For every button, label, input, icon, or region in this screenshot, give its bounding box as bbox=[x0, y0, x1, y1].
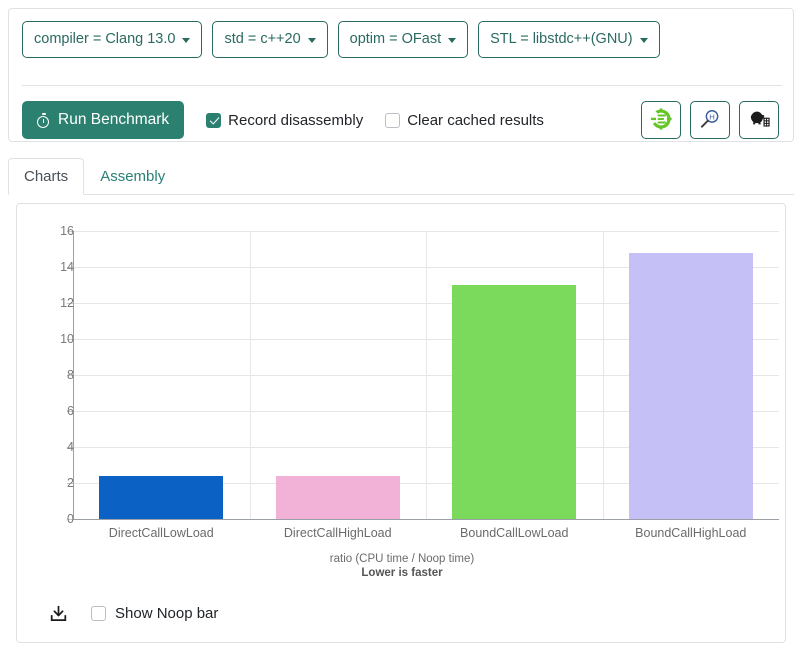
compiler-explorer-icon bbox=[650, 107, 672, 133]
tab-assembly-label: Assembly bbox=[100, 167, 166, 185]
y-tick-label: 16 bbox=[60, 224, 74, 238]
quick-bench-button[interactable]: H bbox=[690, 101, 730, 139]
controls-card: compiler = Clang 13.0 std = c++20 optim … bbox=[8, 8, 794, 142]
y-tick-label: 8 bbox=[67, 368, 74, 382]
external-links-row: H bbox=[641, 101, 779, 139]
chart-bars bbox=[73, 231, 779, 519]
record-disassembly-label: Record disassembly bbox=[228, 111, 364, 129]
tab-charts[interactable]: Charts bbox=[8, 157, 85, 195]
stl-dropdown-label: STL = libstdc++(GNU) bbox=[490, 30, 633, 47]
bar-BoundCallHighLoad[interactable] bbox=[628, 252, 753, 519]
y-tick-label: 14 bbox=[60, 260, 74, 274]
y-tick-label: 10 bbox=[60, 332, 74, 346]
std-dropdown-label: std = c++20 bbox=[224, 30, 301, 47]
x-tick-label: BoundCallHighLoad bbox=[635, 526, 747, 540]
optim-dropdown-label: optim = OFast bbox=[349, 30, 442, 47]
divider bbox=[22, 85, 782, 86]
tab-assembly[interactable]: Assembly bbox=[84, 158, 181, 196]
chevron-down-icon bbox=[639, 37, 648, 43]
compiler-dropdown-label: compiler = Clang 13.0 bbox=[34, 30, 176, 47]
x-tick-label: DirectCallLowLoad bbox=[108, 526, 214, 540]
quick-bench-icon: H bbox=[699, 108, 721, 133]
record-disassembly-checkbox[interactable]: Record disassembly bbox=[206, 112, 363, 129]
compiler-explorer-button[interactable] bbox=[641, 101, 681, 139]
bar-DirectCallHighLoad[interactable] bbox=[275, 475, 400, 519]
axis-title-sub: Lower is faster bbox=[361, 567, 443, 580]
bar-DirectCallLowLoad[interactable] bbox=[99, 475, 224, 519]
y-tick-label: 12 bbox=[60, 296, 74, 310]
bar-BoundCallLowLoad[interactable] bbox=[452, 285, 577, 519]
std-dropdown[interactable]: std = c++20 bbox=[212, 21, 328, 58]
chevron-down-icon bbox=[448, 37, 457, 43]
y-tick-label: 4 bbox=[67, 440, 74, 454]
chart-card: 0 2 4 6 8 10 12 14 16 DirectCallLowLoad DirectCal… bbox=[16, 203, 786, 643]
x-tick-label: DirectCallHighLoad bbox=[283, 526, 392, 540]
run-benchmark-label: Run Benchmark bbox=[58, 111, 170, 128]
checkbox-box[interactable] bbox=[91, 605, 106, 621]
download-icon[interactable] bbox=[47, 602, 69, 624]
checkbox-box[interactable] bbox=[206, 112, 222, 128]
show-noop-bar-label: Show Noop bar bbox=[115, 604, 219, 622]
x-axis-line bbox=[73, 519, 779, 520]
clear-cached-results-label: Clear cached results bbox=[407, 111, 544, 129]
optim-dropdown[interactable]: optim = OFast bbox=[337, 21, 469, 58]
show-noop-bar-checkbox[interactable]: Show Noop bar bbox=[91, 605, 218, 622]
y-tick-label: 0 bbox=[67, 512, 74, 526]
checkbox-box[interactable] bbox=[385, 112, 401, 128]
x-tick-label: BoundCallLowLoad bbox=[460, 526, 569, 540]
action-row: Run Benchmark Record disassembly Clear c… bbox=[22, 101, 544, 139]
chevron-down-icon bbox=[182, 37, 191, 43]
selector-row: compiler = Clang 13.0 std = c++20 optim … bbox=[22, 21, 660, 58]
stopwatch-icon bbox=[37, 112, 51, 128]
axis-title: ratio (CPU time / Noop time) Lower is fa… bbox=[17, 552, 785, 581]
y-tick-label: 2 bbox=[67, 476, 74, 490]
chevron-down-icon bbox=[307, 37, 316, 43]
tab-charts-label: Charts bbox=[24, 167, 69, 185]
stl-dropdown[interactable]: STL = libstdc++(GNU) bbox=[478, 21, 660, 58]
axis-title-main: ratio (CPU time / Noop time) bbox=[329, 553, 475, 565]
run-benchmark-button[interactable]: Run Benchmark bbox=[22, 101, 185, 139]
svg-text:H: H bbox=[709, 112, 715, 121]
tab-bar: Charts Assembly bbox=[8, 157, 794, 196]
build-bench-button[interactable] bbox=[739, 101, 779, 139]
y-tick-label: 6 bbox=[67, 404, 74, 418]
build-bench-icon bbox=[748, 108, 771, 133]
bar-chart: 0 2 4 6 8 10 12 14 16 DirectCallLowLoad DirectCal… bbox=[17, 204, 785, 549]
compiler-dropdown[interactable]: compiler = Clang 13.0 bbox=[22, 21, 203, 58]
clear-cached-results-checkbox[interactable]: Clear cached results bbox=[385, 112, 544, 129]
chart-footer: Show Noop bar bbox=[17, 598, 785, 628]
